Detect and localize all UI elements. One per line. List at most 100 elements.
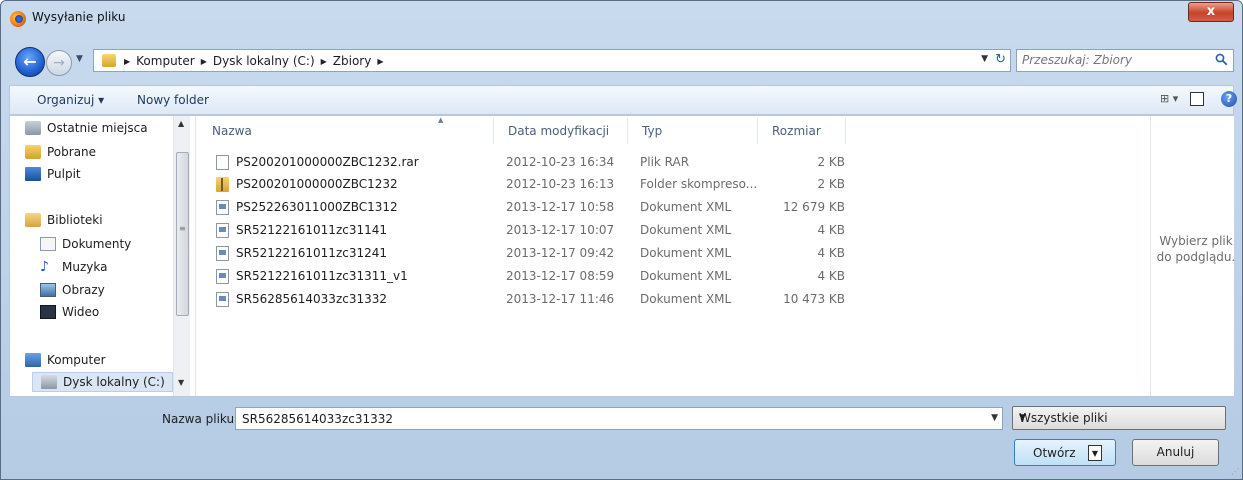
file-date: 2013-12-17 10:07 — [506, 223, 615, 237]
preview-pane-icon[interactable] — [1190, 92, 1204, 106]
file-date: 2013-12-17 09:42 — [506, 246, 615, 260]
open-button[interactable]: Otwórz ▼ — [1014, 439, 1116, 466]
file-upload-dialog: Wysyłanie pliku x ← → ▼ ▶ Komputer ▶ Dys… — [0, 0, 1243, 480]
column-header-type[interactable]: Typ — [628, 118, 758, 144]
sidebar-item-libraries[interactable]: Biblioteki — [25, 210, 103, 230]
column-header-size[interactable]: Rozmiar — [758, 118, 846, 144]
sidebar-item-computer[interactable]: Komputer — [25, 350, 106, 370]
sidebar-item-label: Ostatnie miejsca — [47, 121, 148, 135]
forward-button[interactable]: → — [46, 50, 72, 76]
rar-file-icon — [216, 155, 229, 170]
libraries-icon — [25, 213, 41, 227]
sidebar-item-label: Dokumenty — [62, 237, 132, 251]
file-row[interactable]: SR52122161011zc31241 2013-12-17 09:42 Do… — [198, 243, 1148, 265]
file-row[interactable]: SR52122161011zc31141 2013-12-17 10:07 Do… — [198, 220, 1148, 242]
organize-button[interactable]: Organizuj ▾ — [37, 93, 104, 107]
filename-field[interactable]: ▼ — [235, 407, 1003, 430]
sidebar-item-label: Pobrane — [47, 145, 97, 159]
scrollbar-thumb[interactable] — [176, 152, 189, 316]
cancel-button[interactable]: Anuluj — [1132, 439, 1219, 466]
view-options-icon[interactable]: ⊞ ▾ — [1160, 92, 1178, 105]
file-size: 2 KB — [817, 155, 845, 169]
file-type: Dokument XML — [640, 200, 732, 214]
chevron-right-icon[interactable]: ▶ — [377, 57, 383, 66]
file-date: 2013-12-17 11:46 — [506, 292, 615, 306]
filename-input[interactable] — [242, 412, 962, 426]
refresh-icon[interactable]: ↻ — [995, 52, 1006, 67]
file-row[interactable]: SR56285614033zc31332 2013-12-17 11:46 Do… — [198, 289, 1148, 311]
sidebar-item-documents[interactable]: Dokumenty — [40, 234, 131, 254]
file-type: Plik RAR — [640, 155, 690, 169]
file-date: 2013-12-17 08:59 — [506, 269, 615, 283]
preview-pane: Wybierz plik do podglądu. — [1150, 116, 1236, 396]
video-icon — [40, 305, 56, 319]
sidebar-item-label: Obrazy — [62, 283, 105, 297]
address-bar[interactable]: ▶ Komputer ▶ Dysk lokalny (C:) ▶ Zbiory … — [93, 49, 1011, 72]
file-row[interactable]: PS200201000000ZBC1232 2012-10-23 16:13 F… — [198, 174, 1148, 196]
browser-content: Ostatnie miejsca Pobrane Pulpit Bibliote… — [9, 115, 1236, 397]
recent-pages-dropdown-icon[interactable]: ▼ — [76, 54, 83, 64]
file-size: 4 KB — [817, 223, 845, 237]
sidebar-item-video[interactable]: Wideo — [40, 302, 99, 322]
file-size: 4 KB — [817, 269, 845, 283]
file-row[interactable]: PS200201000000ZBC1232.rar 2012-10-23 16:… — [198, 152, 1148, 174]
xml-file-icon — [216, 200, 229, 215]
chevron-down-icon[interactable]: ▼ — [991, 413, 998, 423]
column-header-name[interactable]: Nazwa — [198, 118, 494, 144]
xml-file-icon — [216, 292, 229, 307]
zip-folder-icon — [216, 177, 229, 192]
file-name: SR56285614033zc31332 — [236, 292, 388, 306]
breadcrumb-item-zbiory[interactable]: Zbiory — [333, 54, 372, 68]
sidebar-item-label: Biblioteki — [47, 213, 103, 227]
file-row[interactable]: SR52122161011zc31311_v1 2013-12-17 08:59… — [198, 266, 1148, 288]
breadcrumb: ▶ Komputer ▶ Dysk lokalny (C:) ▶ Zbiory … — [124, 54, 384, 68]
window-title: Wysyłanie pliku — [32, 10, 126, 24]
breadcrumb-item-komputer[interactable]: Komputer — [136, 54, 195, 68]
scroll-down-icon[interactable]: ▼ — [178, 378, 184, 387]
column-header-date[interactable]: Data modyfikacji — [494, 118, 628, 144]
filetype-select[interactable]: Wszystkie pliki ▼ — [1012, 406, 1226, 430]
sidebar-item-music[interactable]: ♪ Muzyka — [40, 257, 107, 277]
chevron-right-icon[interactable]: ▶ — [124, 57, 130, 66]
search-icon[interactable] — [1215, 53, 1228, 66]
folder-icon — [102, 54, 116, 67]
new-folder-button[interactable]: Nowy folder — [137, 93, 209, 107]
file-name: SR52122161011zc31241 — [236, 246, 388, 260]
preview-message: Wybierz plik do podglądu. — [1156, 234, 1236, 264]
chevron-right-icon[interactable]: ▶ — [201, 57, 207, 66]
help-icon[interactable]: ? — [1221, 91, 1237, 107]
xml-file-icon — [216, 269, 229, 284]
file-size: 12 679 KB — [783, 200, 845, 214]
chevron-right-icon[interactable]: ▶ — [321, 57, 327, 66]
search-input[interactable] — [1022, 53, 1202, 67]
search-field[interactable] — [1016, 49, 1234, 72]
navigation-scrollbar[interactable]: ▲ ≡ ▼ — [173, 116, 190, 396]
file-size: 4 KB — [817, 246, 845, 260]
file-name: PS252263011000ZBC1312 — [236, 200, 398, 214]
breadcrumb-item-drive[interactable]: Dysk lokalny (C:) — [213, 54, 315, 68]
sidebar-item-label: Wideo — [62, 305, 100, 319]
address-dropdown-icon[interactable]: ▼ — [981, 54, 988, 64]
file-row[interactable]: PS252263011000ZBC1312 2013-12-17 10:58 D… — [198, 197, 1148, 219]
open-options-dropdown-icon[interactable]: ▼ — [1088, 445, 1102, 461]
music-icon: ♪ — [40, 259, 49, 275]
downloads-icon — [25, 145, 41, 159]
close-button[interactable]: x — [1188, 2, 1234, 22]
file-date: 2012-10-23 16:13 — [506, 177, 615, 191]
sidebar-item-downloads[interactable]: Pobrane — [25, 142, 96, 162]
sidebar-item-local-drive[interactable]: Dysk lokalny (C:) — [32, 372, 173, 392]
scroll-up-icon[interactable]: ▲ — [178, 119, 184, 128]
file-type: Dokument XML — [640, 223, 732, 237]
firefox-icon — [10, 11, 26, 27]
file-name: SR52122161011zc31141 — [236, 223, 388, 237]
sidebar-item-pictures[interactable]: Obrazy — [40, 280, 105, 300]
sidebar-item-recent-places[interactable]: Ostatnie miejsca — [25, 118, 148, 138]
resize-grip-icon[interactable]: ⋰ — [1231, 467, 1239, 476]
sidebar-item-label: Dysk lokalny (C:) — [63, 375, 165, 389]
file-type: Folder skompreso... — [640, 177, 758, 191]
back-button[interactable]: ← — [15, 47, 45, 77]
pictures-icon — [40, 283, 56, 297]
sidebar-item-desktop[interactable]: Pulpit — [25, 164, 81, 184]
chevron-down-icon[interactable]: ▼ — [1019, 413, 1219, 423]
desktop-icon — [25, 167, 41, 181]
